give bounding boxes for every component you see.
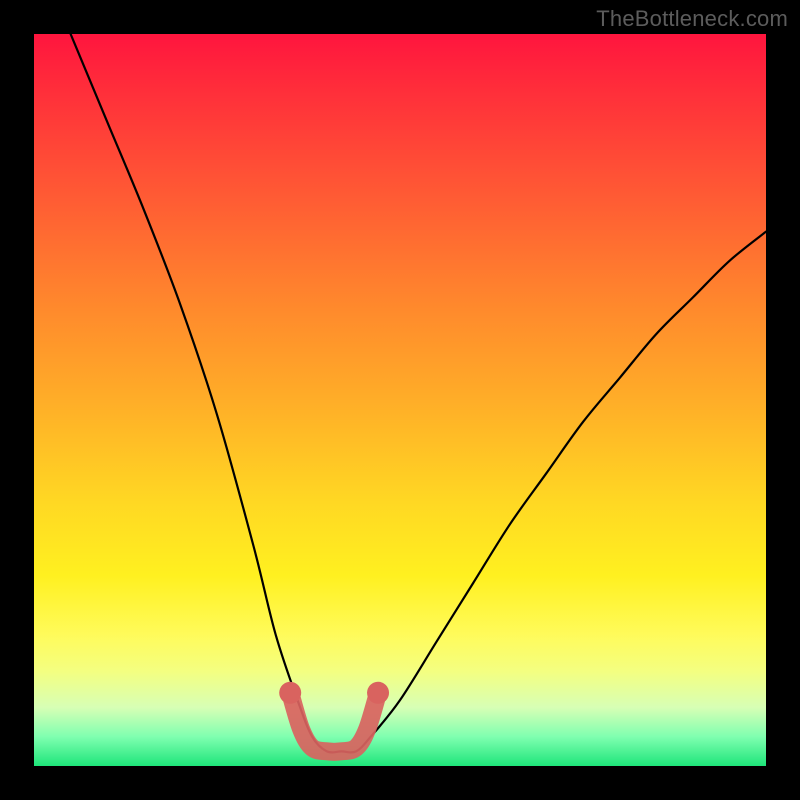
chart-svg — [34, 34, 766, 766]
plot-area — [34, 34, 766, 766]
highlight-marker — [279, 682, 301, 704]
highlight-markers — [279, 682, 389, 704]
highlight-band-path — [290, 693, 378, 752]
highlight-marker — [367, 682, 389, 704]
bottleneck-curve-path — [71, 34, 766, 752]
chart-frame: TheBottleneck.com — [0, 0, 800, 800]
watermark-text: TheBottleneck.com — [596, 6, 788, 32]
